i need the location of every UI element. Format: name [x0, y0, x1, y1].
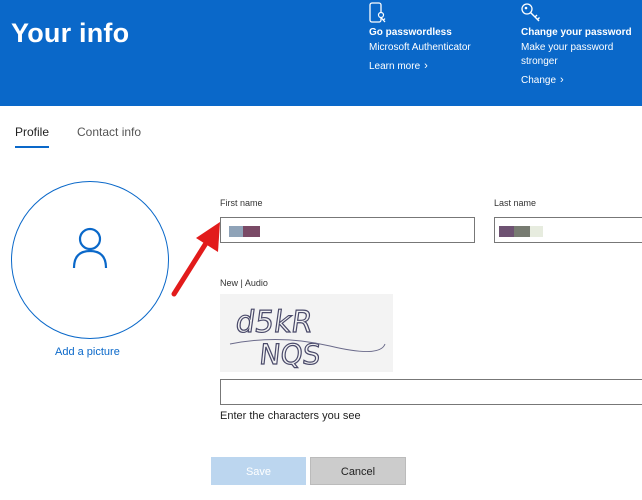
promo-title: Change your password — [521, 27, 632, 38]
promo-passwordless: Go passwordless Microsoft Authenticator … — [368, 0, 508, 106]
page-title: Your info — [11, 18, 130, 48]
captcha-hint: Enter the characters you see — [220, 410, 361, 422]
redacted-value — [243, 226, 260, 237]
redacted-value — [514, 226, 530, 237]
add-picture-link[interactable]: Add a picture — [55, 346, 120, 358]
change-label: Change — [521, 75, 557, 86]
svg-text:d5kR: d5kR — [234, 305, 315, 340]
captcha-mode-label[interactable]: New | Audio — [220, 278, 268, 288]
save-button[interactable]: Save — [211, 457, 306, 485]
promo-desc-line1: Make your password — [521, 42, 614, 53]
change-password-link[interactable]: Change › — [521, 74, 564, 86]
promo-desc-line2: stronger — [521, 56, 558, 67]
last-name-label: Last name — [494, 198, 537, 208]
first-name-label: First name — [220, 198, 263, 208]
header-banner: Your info Go passwordless Microsoft Auth… — [0, 0, 642, 106]
chevron-right-icon: › — [560, 74, 564, 86]
promo-desc: Microsoft Authenticator — [369, 42, 471, 53]
tab-contact-info[interactable]: Contact info — [77, 125, 141, 139]
chevron-right-icon: › — [424, 60, 428, 72]
phone-key-icon — [368, 2, 388, 29]
last-name-input[interactable] — [494, 217, 642, 243]
promo-title: Go passwordless — [369, 27, 452, 38]
redacted-value — [499, 226, 514, 237]
redacted-value — [229, 226, 243, 237]
tab-profile[interactable]: Profile — [15, 125, 50, 148]
learn-more-label: Learn more — [369, 61, 421, 72]
promo-change-password: Change your password Make your password … — [520, 0, 642, 106]
avatar[interactable] — [11, 181, 169, 339]
svg-text:NQS: NQS — [258, 338, 322, 371]
person-icon — [72, 227, 108, 269]
captcha-image: d5kR NQS — [220, 294, 393, 372]
key-icon — [520, 2, 542, 29]
first-name-input[interactable] — [220, 217, 475, 243]
learn-more-link[interactable]: Learn more › — [369, 60, 428, 72]
cancel-button[interactable]: Cancel — [310, 457, 406, 485]
annotation-arrow-icon — [171, 222, 220, 297]
redacted-value — [530, 226, 543, 237]
captcha-input[interactable] — [220, 379, 642, 405]
